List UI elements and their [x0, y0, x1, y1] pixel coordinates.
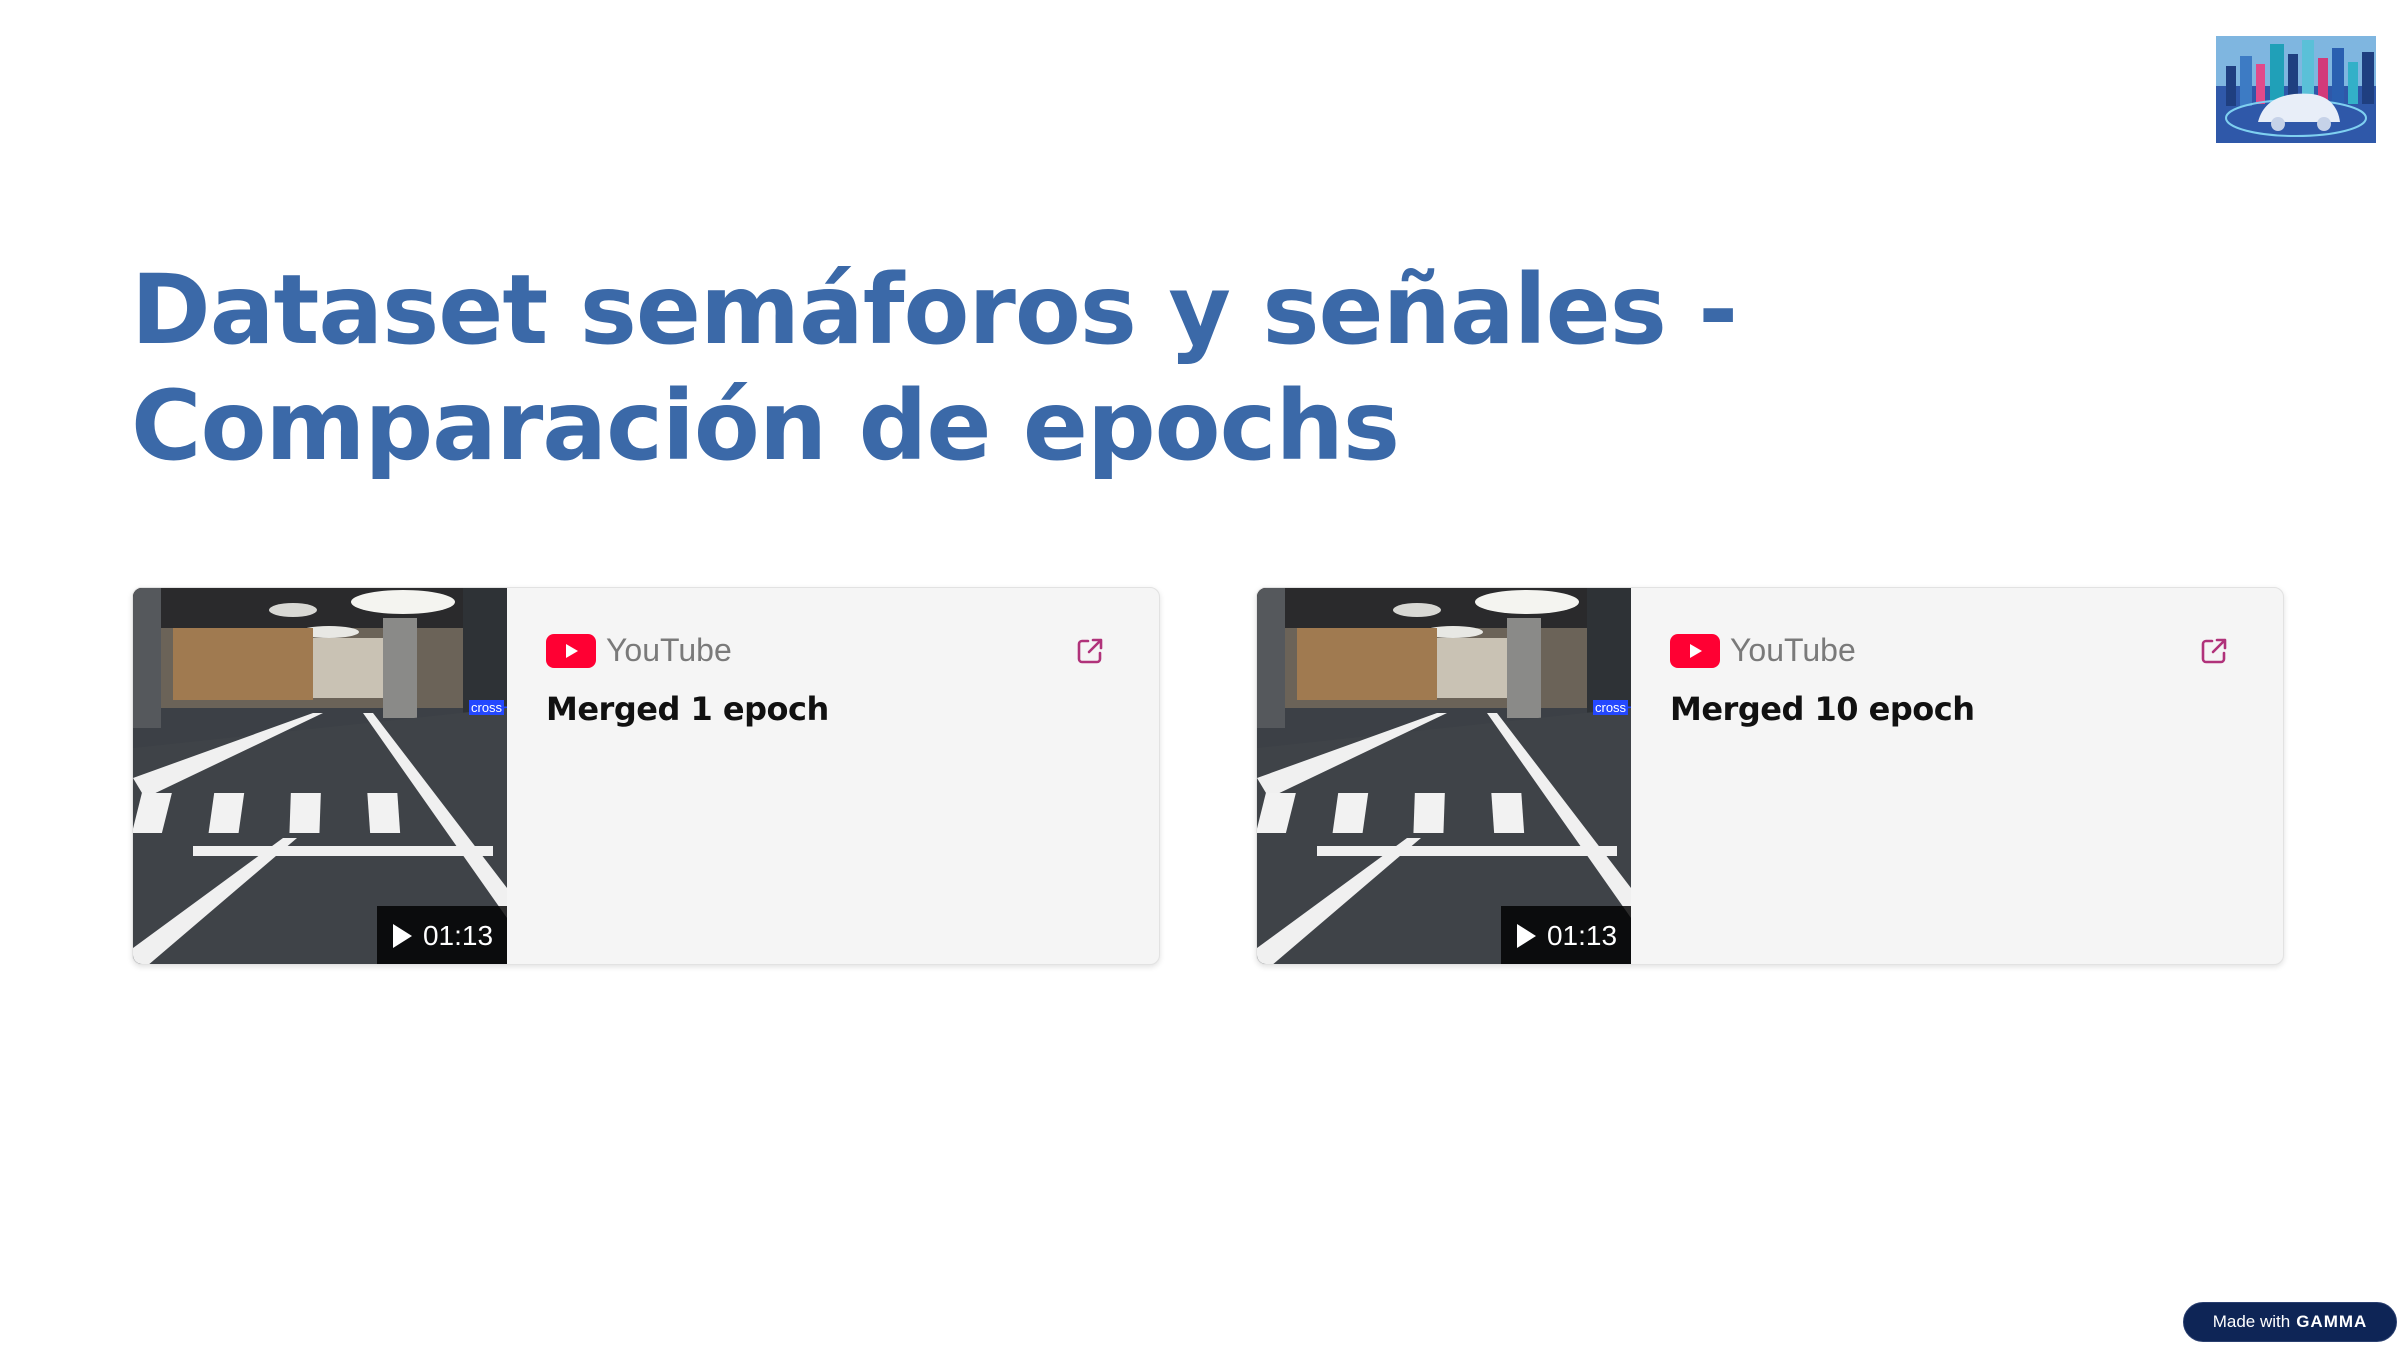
- video-card[interactable]: cross 01:13 YouTube Merged 10 epoch: [1256, 587, 2284, 965]
- play-icon[interactable]: [391, 923, 413, 949]
- gamma-brand-label: GAMMA: [2296, 1312, 2368, 1331]
- made-with-label: Made with: [2212, 1312, 2291, 1331]
- youtube-icon: [546, 633, 596, 668]
- duration-badge: 01:13: [377, 906, 507, 964]
- video-thumbnail[interactable]: cross 01:13: [133, 588, 507, 964]
- duration-badge: 01:13: [1501, 906, 1631, 964]
- duration-label: 01:13: [422, 920, 494, 951]
- detection-label: cross: [1593, 700, 1629, 715]
- duration-label: 01:13: [1546, 920, 1618, 951]
- source-label: YouTube: [1730, 632, 1856, 668]
- page-title: Dataset semáforos y señales - Comparació…: [131, 254, 1738, 482]
- source-label: YouTube: [606, 632, 732, 668]
- made-with-gamma-badge[interactable]: Made with GAMMA: [2183, 1302, 2397, 1342]
- youtube-icon: [1670, 633, 1720, 668]
- video-thumbnail[interactable]: cross 01:13: [1257, 588, 1631, 964]
- play-icon[interactable]: [1515, 923, 1537, 949]
- video-source: YouTube: [546, 632, 732, 669]
- external-link-icon[interactable]: [1075, 636, 1105, 666]
- video-title[interactable]: Merged 10 epoch: [1670, 690, 1975, 728]
- detection-label: cross: [469, 700, 505, 715]
- external-link-icon[interactable]: [2199, 636, 2229, 666]
- video-title[interactable]: Merged 1 epoch: [546, 690, 829, 728]
- video-card[interactable]: cross 01:13 YouTube Merged 1 epoch: [132, 587, 1160, 965]
- logo-image: [2216, 36, 2376, 143]
- video-source: YouTube: [1670, 632, 1856, 669]
